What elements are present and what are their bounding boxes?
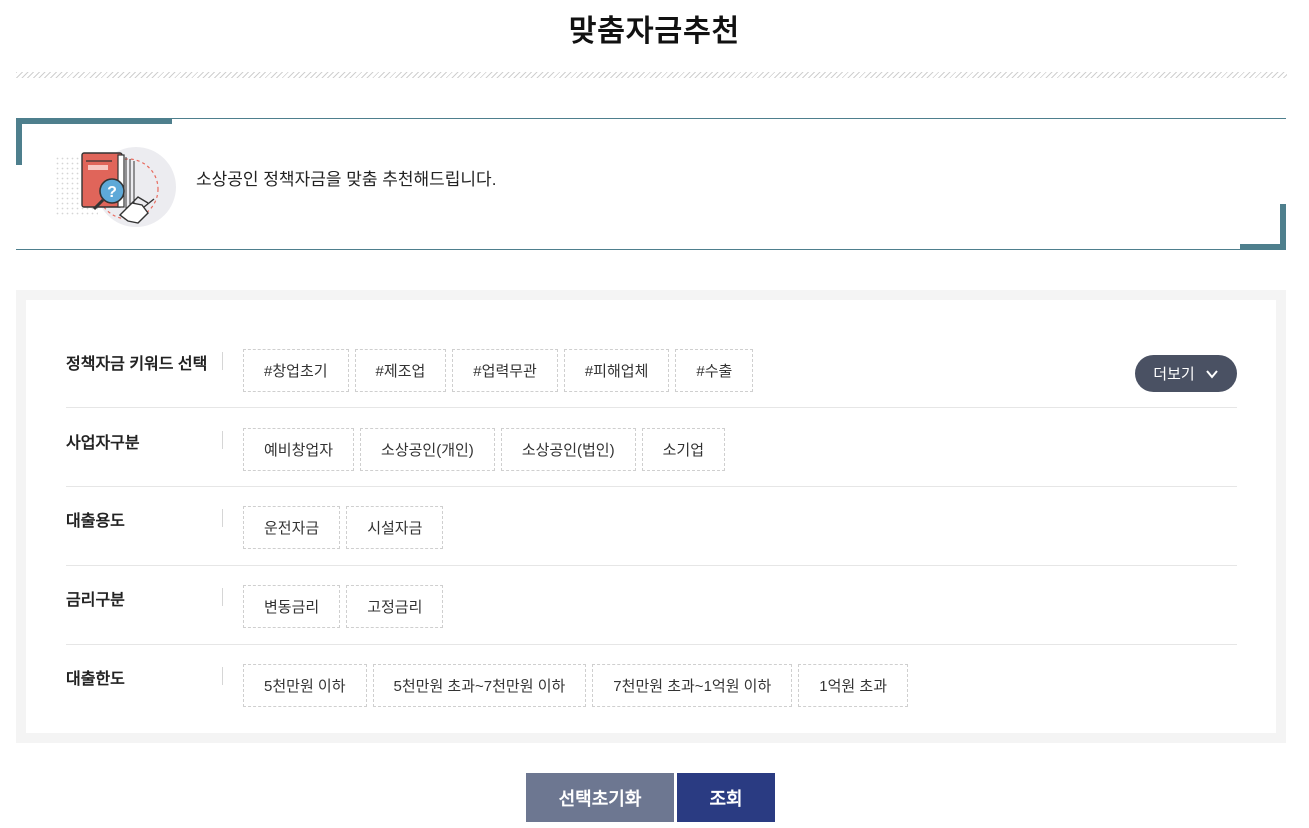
loan-purpose-chip[interactable]: 시설자금	[346, 506, 444, 549]
intro-text: 소상공인 정책자금을 맞춤 추천해드립니다.	[196, 170, 497, 189]
filter-label-loan-purpose: 대출용도	[66, 513, 125, 530]
filter-label-business-type: 사업자구분	[66, 435, 140, 452]
page-title: 맞춤자금추천	[568, 15, 741, 48]
business-type-chip[interactable]: 소기업	[641, 428, 726, 471]
filter-panel: 정책자금 키워드 선택 #창업초기 #제조업 #업력무관 #피해업체 #수출 더…	[16, 290, 1286, 743]
keyword-chip[interactable]: #업력무관	[452, 349, 558, 392]
loan-limit-chip[interactable]: 1억원 초과	[798, 664, 908, 707]
keyword-chips: #창업초기 #제조업 #업력무관 #피해업체 #수출	[243, 349, 754, 392]
chevron-down-icon	[1205, 369, 1218, 379]
more-button-label: 더보기	[1153, 366, 1195, 383]
loan-limit-chip[interactable]: 5천만원 이하	[243, 664, 367, 707]
filter-row-loan-limit: 대출한도 5천만원 이하 5천만원 초과~7천만원 이하 7천만원 초과~1억원…	[66, 645, 1237, 724]
business-type-chip[interactable]: 소상공인(개인)	[360, 428, 495, 471]
filter-row-loan-purpose: 대출용도 운전자금 시설자금	[66, 487, 1237, 566]
business-type-chip[interactable]: 소상공인(법인)	[500, 428, 636, 471]
business-type-chips: 예비창업자 소상공인(개인) 소상공인(법인) 소기업	[243, 428, 726, 471]
search-button[interactable]: 조회	[677, 773, 775, 822]
more-button[interactable]: 더보기	[1135, 355, 1237, 392]
keyword-chip[interactable]: #피해업체	[563, 349, 670, 392]
row-separator	[222, 588, 223, 606]
corner-accent	[1280, 204, 1286, 250]
row-separator	[222, 667, 223, 685]
keyword-chip[interactable]: #제조업	[354, 349, 447, 392]
filter-row-keyword: 정책자금 키워드 선택 #창업초기 #제조업 #업력무관 #피해업체 #수출 더…	[66, 340, 1237, 408]
loan-limit-chip[interactable]: 5천만원 초과~7천만원 이하	[372, 664, 587, 707]
interest-type-chip[interactable]: 변동금리	[243, 585, 341, 628]
filter-label-keyword: 정책자금 키워드 선택	[66, 356, 208, 373]
filter-row-business-type: 사업자구분 예비창업자 소상공인(개인) 소상공인(법인) 소기업	[66, 408, 1237, 487]
business-type-chip[interactable]: 예비창업자	[243, 428, 355, 471]
loan-purpose-chips: 운전자금 시설자금	[243, 506, 444, 549]
title-divider	[16, 72, 1287, 78]
row-separator	[222, 352, 223, 370]
filter-label-loan-limit: 대출한도	[66, 671, 125, 688]
corner-accent	[16, 118, 22, 165]
keyword-chip[interactable]: #창업초기	[243, 349, 349, 392]
loan-limit-chips: 5천만원 이하 5천만원 초과~7천만원 이하 7천만원 초과~1억원 이하 1…	[243, 664, 908, 707]
filter-label-interest-type: 금리구분	[66, 592, 125, 609]
keyword-chip[interactable]: #수출	[675, 349, 754, 392]
loan-purpose-chip[interactable]: 운전자금	[243, 506, 341, 549]
svg-text:?: ?	[107, 184, 117, 201]
interest-type-chip[interactable]: 고정금리	[346, 585, 444, 628]
policy-book-handshake-icon: ?	[56, 147, 176, 227]
row-separator	[222, 509, 223, 527]
loan-limit-chip[interactable]: 7천만원 초과~1억원 이하	[592, 664, 793, 707]
filter-panel-inner: 정책자금 키워드 선택 #창업초기 #제조업 #업력무관 #피해업체 #수출 더…	[26, 300, 1276, 733]
row-separator	[222, 431, 223, 449]
interest-type-chips: 변동금리 고정금리	[243, 585, 444, 628]
intro-box: ? 소상공인 정책자금을 맞춤 추천해드립니다.	[16, 118, 1286, 250]
corner-accent	[16, 118, 172, 124]
filter-row-interest-type: 금리구분 변동금리 고정금리	[66, 566, 1237, 645]
reset-button[interactable]: 선택초기화	[526, 773, 674, 822]
